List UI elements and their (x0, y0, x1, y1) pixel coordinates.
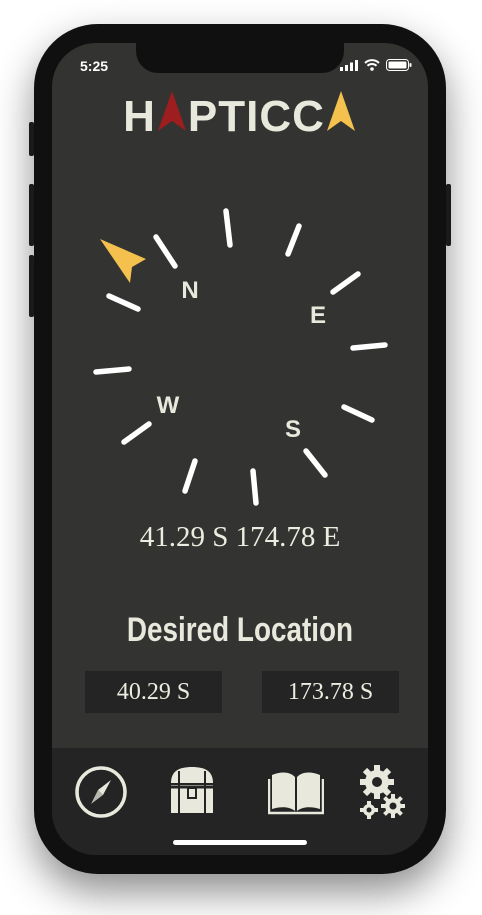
compass-ticks (93, 208, 388, 506)
arrow-pointer-icon (100, 239, 146, 283)
compass-label-west: W (157, 392, 180, 419)
desired-longitude-field[interactable]: 173.78 S (262, 671, 399, 713)
compass-tick (223, 208, 233, 248)
compass-label-east: E (310, 302, 326, 329)
compass-tick (182, 458, 198, 494)
current-coordinates: 41.29 S 174.78 E (139, 521, 341, 553)
tab-bar (52, 748, 428, 855)
tab-compass[interactable] (71, 764, 131, 820)
compass-tick (121, 421, 152, 445)
mute-switch (29, 122, 34, 156)
compass-tick (93, 366, 132, 375)
gears-icon (360, 765, 405, 819)
volume-up-button (29, 184, 34, 246)
power-button (446, 184, 451, 246)
desired-location-title: Desired Location (126, 611, 354, 649)
compass-label-south: S (285, 416, 301, 443)
compass-label-north: N (181, 277, 198, 304)
compass-tick (341, 404, 375, 423)
compass-dial[interactable]: N E S W (52, 43, 428, 523)
home-indicator[interactable] (173, 840, 307, 845)
app-screen: 5:25 H PTICC N E S W 41.29 S 174.78 E De… (52, 43, 428, 855)
compass-tick (285, 223, 302, 257)
volume-down-button (29, 255, 34, 317)
compass-icon (75, 766, 127, 818)
desired-latitude-field[interactable]: 40.29 S (85, 671, 222, 713)
compass-tick (350, 342, 388, 351)
compass-tick (106, 293, 141, 312)
treasure-chest-icon (171, 767, 213, 813)
compass-tick (303, 448, 328, 478)
compass-tick (250, 468, 259, 506)
book-icon (268, 772, 324, 815)
compass-tick (153, 234, 178, 269)
compass-tick (330, 271, 361, 295)
tab-settings[interactable] (352, 764, 412, 820)
tab-treasure[interactable] (162, 764, 222, 820)
tab-book[interactable] (266, 764, 326, 820)
